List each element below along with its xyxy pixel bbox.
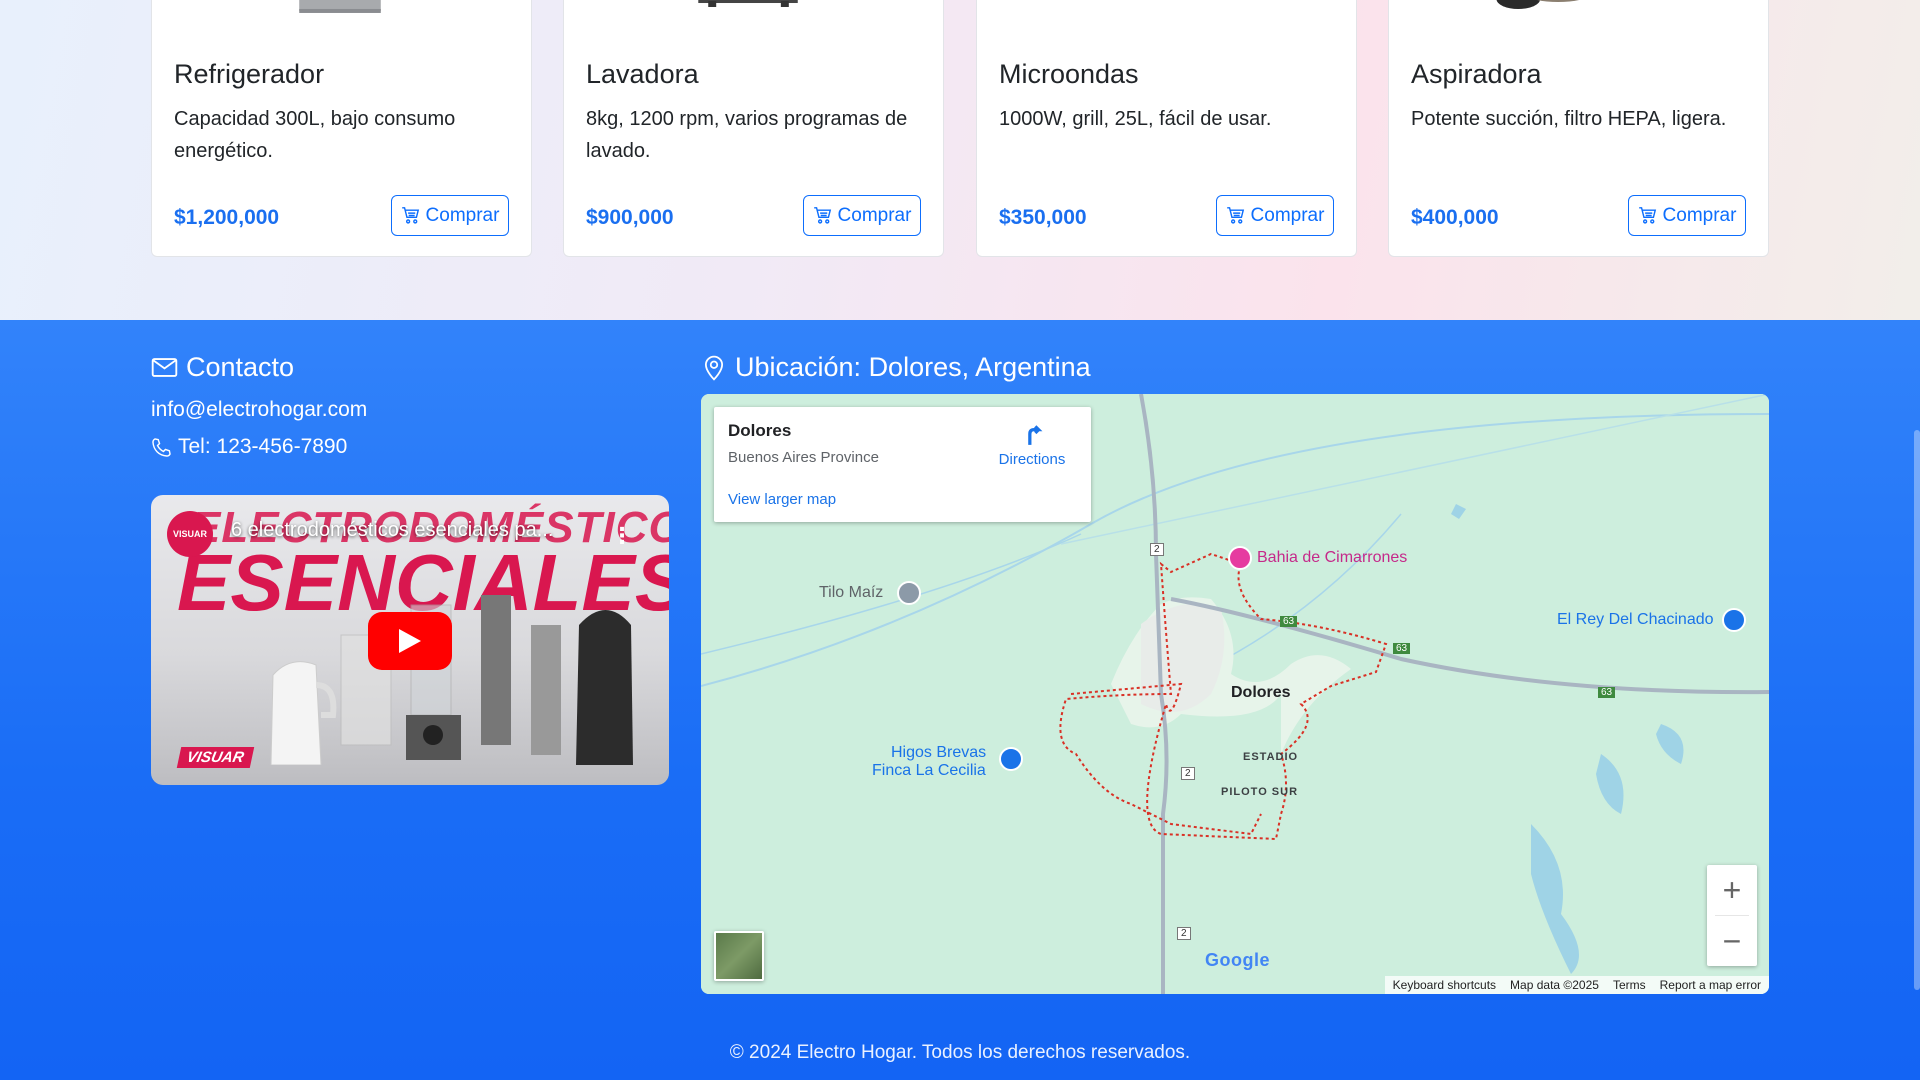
brand-tag: VISUAR — [176, 747, 254, 768]
route-marker: 2 — [1177, 927, 1191, 940]
route-marker: 2 — [1181, 767, 1195, 780]
scrollbar[interactable] — [1914, 430, 1920, 990]
contact-email[interactable]: info@electrohogar.com — [151, 398, 367, 422]
appliances-image — [270, 595, 633, 765]
product-price: $900,000 — [586, 206, 674, 229]
products-section: Refrigerador Capacidad 300L, bajo consum… — [0, 0, 1920, 320]
route-marker: 2 — [1150, 543, 1164, 556]
embedded-map[interactable]: Dolores Buenos Aires Province View large… — [701, 394, 1769, 994]
hotel-icon[interactable] — [1228, 546, 1252, 570]
copyright-text: © 2024 Electro Hogar. Todos los derechos… — [729, 1042, 1191, 1063]
contact-phone: Tel: 123-456-7890 — [151, 435, 347, 459]
product-card: Aspiradora Potente succión, filtro HEPA,… — [1388, 0, 1769, 257]
directions-icon — [1028, 425, 1043, 445]
contact-phone-text: Tel: 123-456-7890 — [178, 435, 348, 458]
buy-button-label: Comprar — [1662, 204, 1737, 226]
product-description: Capacidad 300L, bajo consumo energético. — [174, 108, 456, 162]
buy-button-label: Comprar — [425, 204, 500, 226]
more-icon[interactable]: ⋮ — [611, 523, 633, 549]
google-logo-text: Google — [1205, 950, 1270, 970]
product-description: 8kg, 1200 rpm, varios programas de lavad… — [586, 108, 908, 162]
product-price: $400,000 — [1411, 206, 1499, 229]
view-larger-map-link[interactable]: View larger map — [728, 491, 836, 508]
refrigerator-image — [299, 0, 381, 13]
report-error-link[interactable]: Report a map error — [1660, 978, 1761, 992]
place-region: Buenos Aires Province — [728, 449, 879, 466]
channel-avatar[interactable]: VISUAR — [167, 511, 213, 557]
washer-image — [698, 0, 798, 7]
product-card: Microondas 1000W, grill, 25L, fácil de u… — [976, 0, 1357, 257]
map-label-rey[interactable]: El Rey Del Chacinado — [1557, 611, 1714, 629]
buy-button[interactable]: Comprar — [391, 195, 509, 236]
route-marker: 63 — [1598, 687, 1616, 698]
play-icon — [399, 629, 421, 653]
location-heading-text: Ubicación: Dolores, Argentina — [735, 352, 1091, 382]
map-pin-icon — [704, 355, 724, 381]
vacuum-image — [1496, 0, 1580, 9]
shopping-icon[interactable] — [1722, 608, 1746, 632]
location-heading: Ubicación: Dolores, Argentina — [701, 352, 1091, 383]
video-title[interactable]: 6 electrodomésticos esenciales pa... — [231, 519, 621, 542]
map-data-text: Map data ©2025 — [1510, 978, 1599, 992]
footer: Contacto info@electrohogar.com Tel: 123-… — [0, 320, 1920, 1080]
buy-button[interactable]: Comprar — [803, 195, 921, 236]
map-footer-bar: Keyboard shortcuts Map data ©2025 Terms … — [1384, 976, 1769, 994]
place-name: Dolores — [728, 421, 792, 440]
map-label-dolores[interactable]: Dolores — [1231, 684, 1291, 702]
phone-icon — [152, 437, 171, 457]
map-label-estadio: ESTADIO — [1243, 751, 1299, 763]
play-button[interactable] — [368, 612, 452, 670]
contact-heading-text: Contacto — [186, 352, 295, 382]
cart-icon — [401, 207, 419, 224]
map-label-finca[interactable]: Finca La Cecilia — [872, 762, 986, 780]
map-label-piloto: PILOTO SUR — [1221, 786, 1299, 798]
poi-icon[interactable] — [897, 581, 921, 605]
buy-button[interactable]: Comprar — [1628, 195, 1746, 236]
map-label-tilo[interactable]: Tilo Maíz — [819, 584, 883, 602]
buy-button[interactable]: Comprar — [1216, 195, 1334, 236]
cart-icon — [1638, 207, 1656, 224]
satellite-toggle[interactable] — [714, 931, 764, 981]
youtube-video[interactable]: ELECTRODOMÉSTICOS ESENCIALES VISUAR 6 el… — [151, 495, 669, 785]
terms-link[interactable]: Terms — [1613, 978, 1646, 992]
cart-icon — [1226, 207, 1244, 224]
envelope-icon — [151, 358, 178, 377]
map-label-bahia[interactable]: Bahia de Cimarrones — [1257, 549, 1407, 567]
buy-button-label: Comprar — [1250, 204, 1325, 226]
product-title: Lavadora — [586, 59, 699, 89]
buy-button-label: Comprar — [837, 204, 912, 226]
product-price: $1,200,000 — [174, 206, 280, 229]
zoom-controls: + − — [1707, 865, 1757, 966]
keyboard-shortcuts-link[interactable]: Keyboard shortcuts — [1393, 978, 1496, 992]
route-marker: 63 — [1280, 616, 1298, 627]
contact-heading: Contacto — [151, 352, 294, 383]
shopping-icon[interactable] — [999, 747, 1023, 771]
directions-label: Directions — [998, 451, 1066, 468]
google-logo: Google — [1205, 950, 1270, 971]
product-title: Aspiradora — [1411, 59, 1542, 89]
product-price: $350,000 — [999, 206, 1087, 229]
product-title: Microondas — [999, 59, 1139, 89]
product-card: Lavadora 8kg, 1200 rpm, varios programas… — [563, 0, 944, 257]
route-marker: 63 — [1393, 643, 1411, 654]
product-description: Potente succión, filtro HEPA, ligera. — [1411, 108, 1727, 130]
product-card: Refrigerador Capacidad 300L, bajo consum… — [151, 0, 532, 257]
zoom-in-button[interactable]: + — [1707, 865, 1757, 915]
product-title: Refrigerador — [174, 59, 325, 89]
zoom-out-button[interactable]: − — [1707, 916, 1757, 966]
cart-icon — [813, 207, 831, 224]
map-label-higos[interactable]: Higos Brevas — [891, 744, 986, 762]
directions-button[interactable]: Directions — [997, 421, 1067, 468]
product-description: 1000W, grill, 25L, fácil de usar. — [999, 108, 1272, 130]
place-info-card: Dolores Buenos Aires Province View large… — [714, 407, 1091, 522]
